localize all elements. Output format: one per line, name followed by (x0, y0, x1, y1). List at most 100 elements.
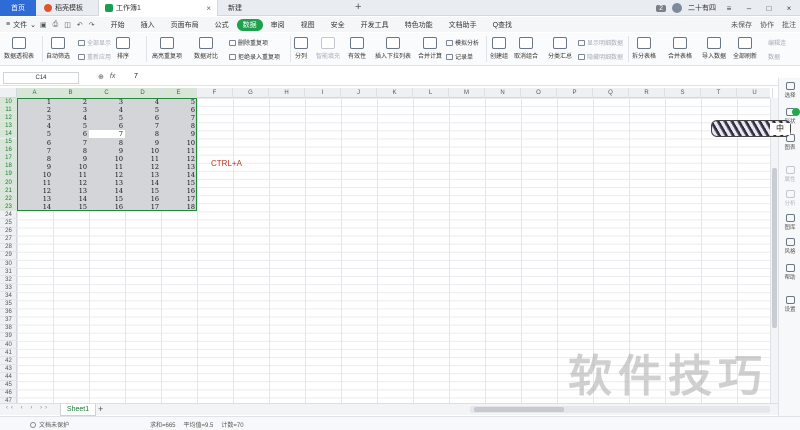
hide-detail-button[interactable]: 隐藏明细数据 (578, 52, 623, 61)
row-header[interactable]: 27 (0, 236, 17, 244)
row-header[interactable]: 16 (0, 146, 17, 155)
tab-workbook[interactable]: 工作簿1 × (98, 0, 218, 16)
table-cell[interactable]: 13 (53, 187, 89, 195)
row-header[interactable]: 22 (0, 195, 17, 204)
import-data-button[interactable]: 导入数据 (702, 37, 726, 60)
table-cell[interactable]: 16 (161, 187, 197, 195)
table-cell[interactable]: 8 (89, 139, 125, 147)
maximize-icon[interactable]: □ (762, 4, 776, 13)
comment-button[interactable]: 批注 (782, 20, 796, 30)
menu-data[interactable]: 数据 (236, 18, 263, 31)
table-cell[interactable]: 8 (125, 130, 161, 138)
row-header[interactable]: 18 (0, 162, 17, 171)
search-button[interactable]: Q查找 (485, 19, 520, 31)
merge-calc-button[interactable]: 合并计算 (418, 37, 442, 60)
menu-doc-assistant[interactable]: 文档助手 (441, 19, 485, 31)
print-preview-icon[interactable]: ◫ (64, 21, 71, 29)
column-header[interactable]: Q (593, 88, 629, 98)
table-cell[interactable]: 6 (125, 114, 161, 122)
horizontal-scrollbar[interactable] (470, 406, 770, 413)
menu-view[interactable]: 视图 (293, 19, 323, 31)
sidebar-item-properties[interactable]: 属性 (779, 166, 800, 183)
ungroup-button[interactable]: 取消组合 (514, 37, 538, 60)
table-cell[interactable]: 10 (125, 147, 161, 155)
table-cell[interactable]: 16 (89, 203, 125, 211)
row-header[interactable]: 38 (0, 325, 17, 333)
row-header[interactable]: 41 (0, 349, 17, 358)
table-cell[interactable]: 8 (53, 147, 89, 155)
column-header[interactable]: K (377, 88, 413, 98)
row-header[interactable]: 42 (0, 357, 17, 366)
table-cell[interactable]: 2 (17, 106, 53, 114)
row-header[interactable]: 13 (0, 122, 17, 131)
table-cell[interactable]: 9 (17, 163, 53, 171)
column-header[interactable]: H (269, 88, 305, 98)
merge-table-button[interactable]: 合并表格 (668, 37, 692, 60)
row-header[interactable]: 20 (0, 179, 17, 188)
show-all-button[interactable]: 全部显示 (78, 38, 111, 47)
table-cell[interactable]: 9 (161, 130, 197, 138)
select-all-corner[interactable] (0, 88, 17, 98)
unsaved-status[interactable]: 未保存 (731, 20, 752, 30)
table-cell[interactable]: 10 (89, 155, 125, 163)
table-cell[interactable]: 10 (161, 139, 197, 147)
column-header[interactable]: S (665, 88, 701, 98)
row-header[interactable]: 25 (0, 220, 17, 228)
row-header[interactable]: 12 (0, 114, 17, 123)
row-header[interactable]: 45 (0, 382, 17, 390)
menu-review[interactable]: 审阅 (263, 19, 293, 31)
table-cell[interactable]: 4 (89, 106, 125, 114)
sidebar-item-select[interactable]: 选择 (779, 82, 800, 99)
table-cell[interactable]: 1 (17, 98, 53, 106)
table-cell[interactable]: 10 (53, 163, 89, 171)
table-cell[interactable]: 11 (53, 171, 89, 179)
simulate-button[interactable]: 模拟分析 (446, 38, 479, 47)
table-cell[interactable]: 5 (53, 122, 89, 130)
table-cell[interactable]: 11 (89, 163, 125, 171)
reapply-button[interactable]: 重新应用 (78, 52, 111, 61)
pivot-table-button[interactable]: 数据透视表 (4, 37, 34, 60)
table-cell[interactable]: 3 (89, 98, 125, 106)
split-column-button[interactable]: 分列 (294, 37, 308, 60)
column-header[interactable]: D (125, 88, 161, 98)
menu-formula[interactable]: 公式 (207, 19, 237, 31)
menu-icon[interactable]: ≡ (722, 4, 736, 13)
tab-new[interactable]: 新建 (222, 0, 282, 16)
table-cell[interactable]: 14 (17, 203, 53, 211)
table-cell[interactable]: 8 (17, 155, 53, 163)
menu-start[interactable]: 开始 (103, 19, 133, 31)
undo-icon[interactable]: ↶ (77, 21, 83, 29)
table-cell[interactable]: 2 (53, 98, 89, 106)
row-header[interactable]: 36 (0, 309, 17, 317)
table-cell[interactable]: 6 (17, 139, 53, 147)
autofilter-button[interactable]: 自动筛选 (46, 37, 70, 60)
create-group-button[interactable]: 创建组 (490, 37, 508, 60)
record-form-button[interactable]: 记录单 (446, 52, 473, 61)
table-cell[interactable]: 7 (125, 122, 161, 130)
highlight-duplicates-button[interactable]: 高亮重复项 (152, 37, 182, 60)
tab-template[interactable]: 稻壳模板 (38, 0, 98, 16)
column-header[interactable]: E (161, 88, 197, 98)
row-header[interactable]: 19 (0, 170, 17, 179)
reject-duplicates-button[interactable]: 拒绝录入重复项 (229, 52, 280, 61)
table-cell[interactable]: 12 (125, 163, 161, 171)
table-cell[interactable]: 14 (89, 187, 125, 195)
row-header[interactable]: 43 (0, 365, 17, 374)
table-cell[interactable]: 9 (125, 139, 161, 147)
column-header[interactable]: C (89, 88, 125, 98)
protection-status[interactable]: 文档未保护 (30, 420, 69, 429)
table-cell[interactable]: 9 (53, 155, 89, 163)
save-icon[interactable]: ▣ (40, 21, 47, 29)
row-header[interactable]: 23 (0, 203, 17, 212)
column-header[interactable]: B (53, 88, 89, 98)
name-box[interactable]: C14 (3, 72, 79, 84)
validity-button[interactable]: 有效性 (348, 37, 366, 60)
table-cell[interactable]: 11 (125, 155, 161, 163)
split-table-button[interactable]: 拆分表格 (632, 37, 656, 60)
smart-fill-button[interactable]: 智能填充 (316, 37, 340, 60)
row-header[interactable]: 31 (0, 268, 17, 277)
column-header[interactable]: G (233, 88, 269, 98)
column-header[interactable]: I (305, 88, 341, 98)
row-header[interactable]: 14 (0, 130, 17, 139)
row-header[interactable]: 30 (0, 260, 17, 269)
